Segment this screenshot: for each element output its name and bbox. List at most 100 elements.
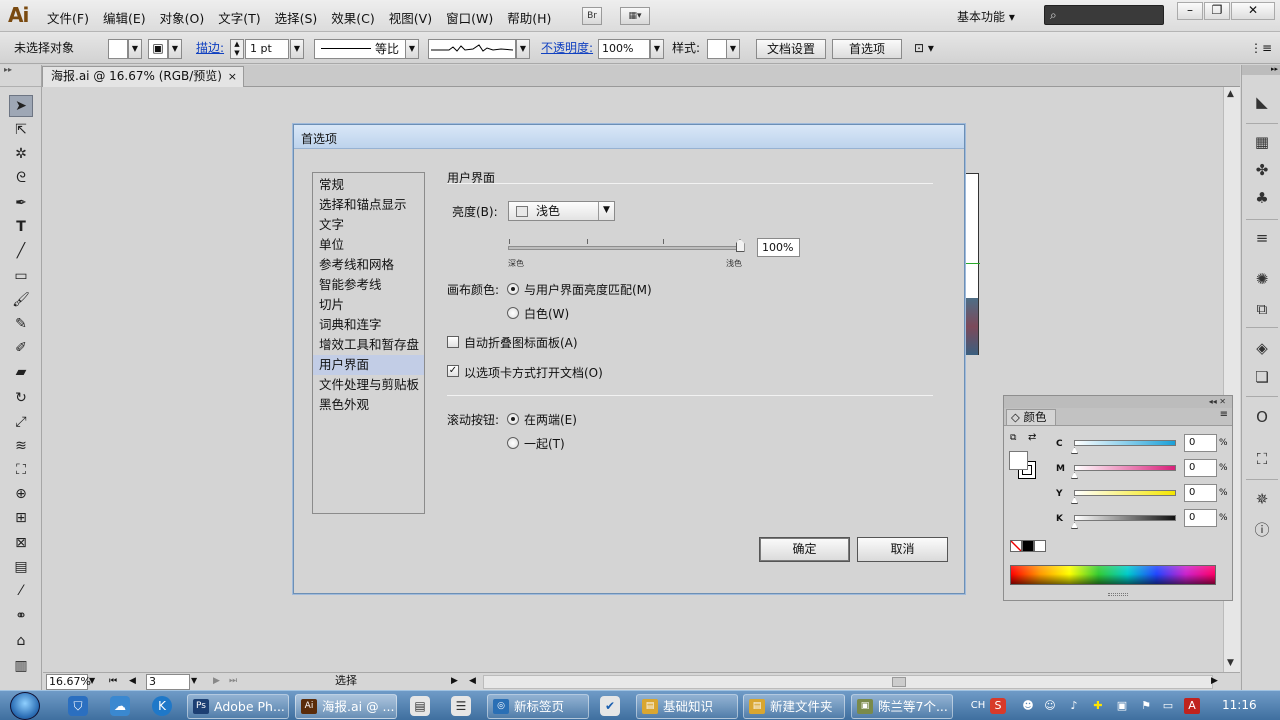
bridge-button[interactable]: Br [582,7,602,25]
calculator-icon[interactable]: ▤ [410,696,430,716]
blob-brush-tool-icon[interactable]: ✐ [9,337,33,359]
stroke-weight-field[interactable]: 1 pt [245,39,289,59]
next-artboard-icon[interactable]: ▶ [213,674,220,690]
opacity-dropdown[interactable]: ▼ [650,39,664,59]
category-dictionary[interactable]: 词典和连字 [313,315,424,335]
task-illustrator[interactable]: Ai 海报.ai @ ... [295,694,397,719]
layers-icon[interactable]: ◈ [1251,337,1273,359]
sogou-ime-icon[interactable]: S [990,698,1006,714]
notes-icon[interactable]: ☰ [451,696,471,716]
profile-dropdown[interactable]: ▼ [405,39,419,59]
brightness-slider-thumb[interactable] [735,239,745,252]
stroke-dropdown[interactable]: ▼ [168,39,182,59]
symbols-icon[interactable]: ♣ [1251,187,1273,209]
quicklaunch-k-icon[interactable]: K [152,696,172,716]
last-artboard-icon[interactable]: ⏭ [229,674,237,690]
free-transform-tool-icon[interactable]: ⛶ [9,459,33,481]
network-icon[interactable]: ▣ [1114,698,1130,714]
menu-select[interactable]: 选择(S) [268,8,325,27]
magenta-slider-knob[interactable] [1071,472,1078,479]
category-black-appearance[interactable]: 黑色外观 [313,395,424,415]
shape-builder-tool-icon[interactable]: ⊕ [9,483,33,505]
menu-object[interactable]: 对象(O) [153,8,212,27]
fill-color-swatch[interactable] [1009,451,1028,470]
rotate-tool-icon[interactable]: ↻ [9,387,33,409]
magenta-field[interactable]: 0 [1184,459,1217,477]
black-swatch[interactable] [1022,540,1034,552]
zoom-dropdown-icon[interactable]: ▼ [89,674,95,690]
menu-window[interactable]: 窗口(W) [439,8,500,27]
scroll-ends-radio[interactable] [507,413,519,425]
cyan-field[interactable]: 0 [1184,434,1217,452]
menu-view[interactable]: 视图(V) [382,8,439,27]
navigator-icon[interactable]: ✵ [1251,488,1273,510]
rectangle-tool-icon[interactable]: ▭ [9,265,33,287]
black-slider[interactable] [1074,515,1176,521]
artboard[interactable] [964,173,980,355]
quicklaunch-shield-icon[interactable]: ⛉ [68,696,88,716]
white-swatch[interactable] [1034,540,1046,552]
task-chat[interactable]: ▣ 陈兰等7个... [851,694,953,719]
yellow-slider-knob[interactable] [1071,497,1078,504]
eraser-tool-icon[interactable]: ▰ [9,361,33,383]
category-general[interactable]: 常规 [313,175,424,195]
horizontal-scrollbar[interactable] [483,675,1213,689]
warp-tool-icon[interactable]: ≋ [9,435,33,457]
brushes-icon[interactable]: ✤ [1251,159,1273,181]
fill-dropdown[interactable]: ▼ [128,39,142,59]
canvas-match-radio[interactable] [507,283,519,295]
tray-add-icon[interactable]: ✚ [1090,698,1106,714]
stroke-icon[interactable]: ≡ [1251,227,1273,249]
first-artboard-icon[interactable]: ⏮ [109,674,117,690]
pen-tool-icon[interactable]: ✒ [9,192,33,214]
workspace-switcher[interactable]: 基本功能 ▾ [957,8,1015,25]
acrobat-icon[interactable]: A [1184,698,1200,714]
cyan-slider-knob[interactable] [1071,447,1078,454]
scale-tool-icon[interactable]: ⤢ [9,411,33,433]
opacity-panel-link[interactable]: 不透明度: [541,39,593,59]
status-menu-icon[interactable]: ▶ [451,674,458,690]
perspective-grid-tool-icon[interactable]: ⊞ [9,507,33,529]
panel-menu-icon[interactable]: ≡ [1220,409,1228,420]
close-window-button[interactable]: ✕ [1231,2,1275,20]
scroll-up-icon[interactable]: ▲ [1227,89,1234,99]
canvas-white-label[interactable]: 白色(W) [524,305,569,322]
stroke-weight-stepper[interactable]: ▲ ▼ [230,39,244,59]
panel-header-controls[interactable]: ◂◂ ✕ [1004,396,1232,408]
brightness-value-field[interactable]: 100% [757,238,800,257]
swatches-icon[interactable]: ▦ [1251,131,1273,153]
artboard-number-field[interactable]: 3 [146,674,190,690]
auto-collapse-label[interactable]: 自动折叠图标面板(A) [464,334,578,351]
close-tab-icon[interactable]: × [228,67,237,86]
magic-wand-tool-icon[interactable]: ✲ [9,143,33,165]
cancel-button[interactable]: 取消 [857,537,948,562]
ime-indicator[interactable]: CH [968,698,988,714]
magenta-slider[interactable] [1074,465,1176,471]
variable-width-profile[interactable]: 等比 [314,39,406,59]
fill-swatch[interactable] [108,39,128,59]
paintbrush-tool-icon[interactable]: 🖌 [9,289,33,311]
artboard-dropdown-icon[interactable]: ▼ [191,674,197,690]
brush-dropdown[interactable]: ▼ [516,39,530,59]
menu-effect[interactable]: 效果(C) [324,8,381,27]
stroke-panel-link[interactable]: 描边: [196,39,224,59]
selection-tool-icon[interactable]: ➤ [9,95,33,117]
yellow-field[interactable]: 0 [1184,484,1217,502]
document-setup-button[interactable]: 文档设置 [756,39,827,59]
swap-colors-icon[interactable]: ⇄ [1028,432,1036,443]
category-smart-guides[interactable]: 智能参考线 [313,275,424,295]
canvas-white-radio[interactable] [507,307,519,319]
tray-monitor-icon[interactable]: ▭ [1160,698,1176,714]
none-swatch-icon[interactable] [1010,540,1022,552]
eyedropper-tool-icon[interactable]: ⁄ [9,580,33,602]
canvas-match-label[interactable]: 与用户界面亮度匹配(M) [524,281,652,298]
document-tab[interactable]: 海报.ai @ 16.67% (RGB/预览) × [42,66,244,87]
color-panel-tab[interactable]: ◇ 颜色 [1006,409,1056,425]
yellow-slider[interactable] [1074,490,1176,496]
transform-icon[interactable]: ⊡ ▾ [914,39,934,59]
appearance-icon[interactable]: ✺ [1251,268,1273,290]
gradient-tool-icon[interactable]: ▤ [9,556,33,578]
restore-button[interactable]: ❐ [1204,2,1230,20]
menu-edit[interactable]: 编辑(E) [96,8,153,27]
scroll-ends-label[interactable]: 在两端(E) [524,411,577,428]
